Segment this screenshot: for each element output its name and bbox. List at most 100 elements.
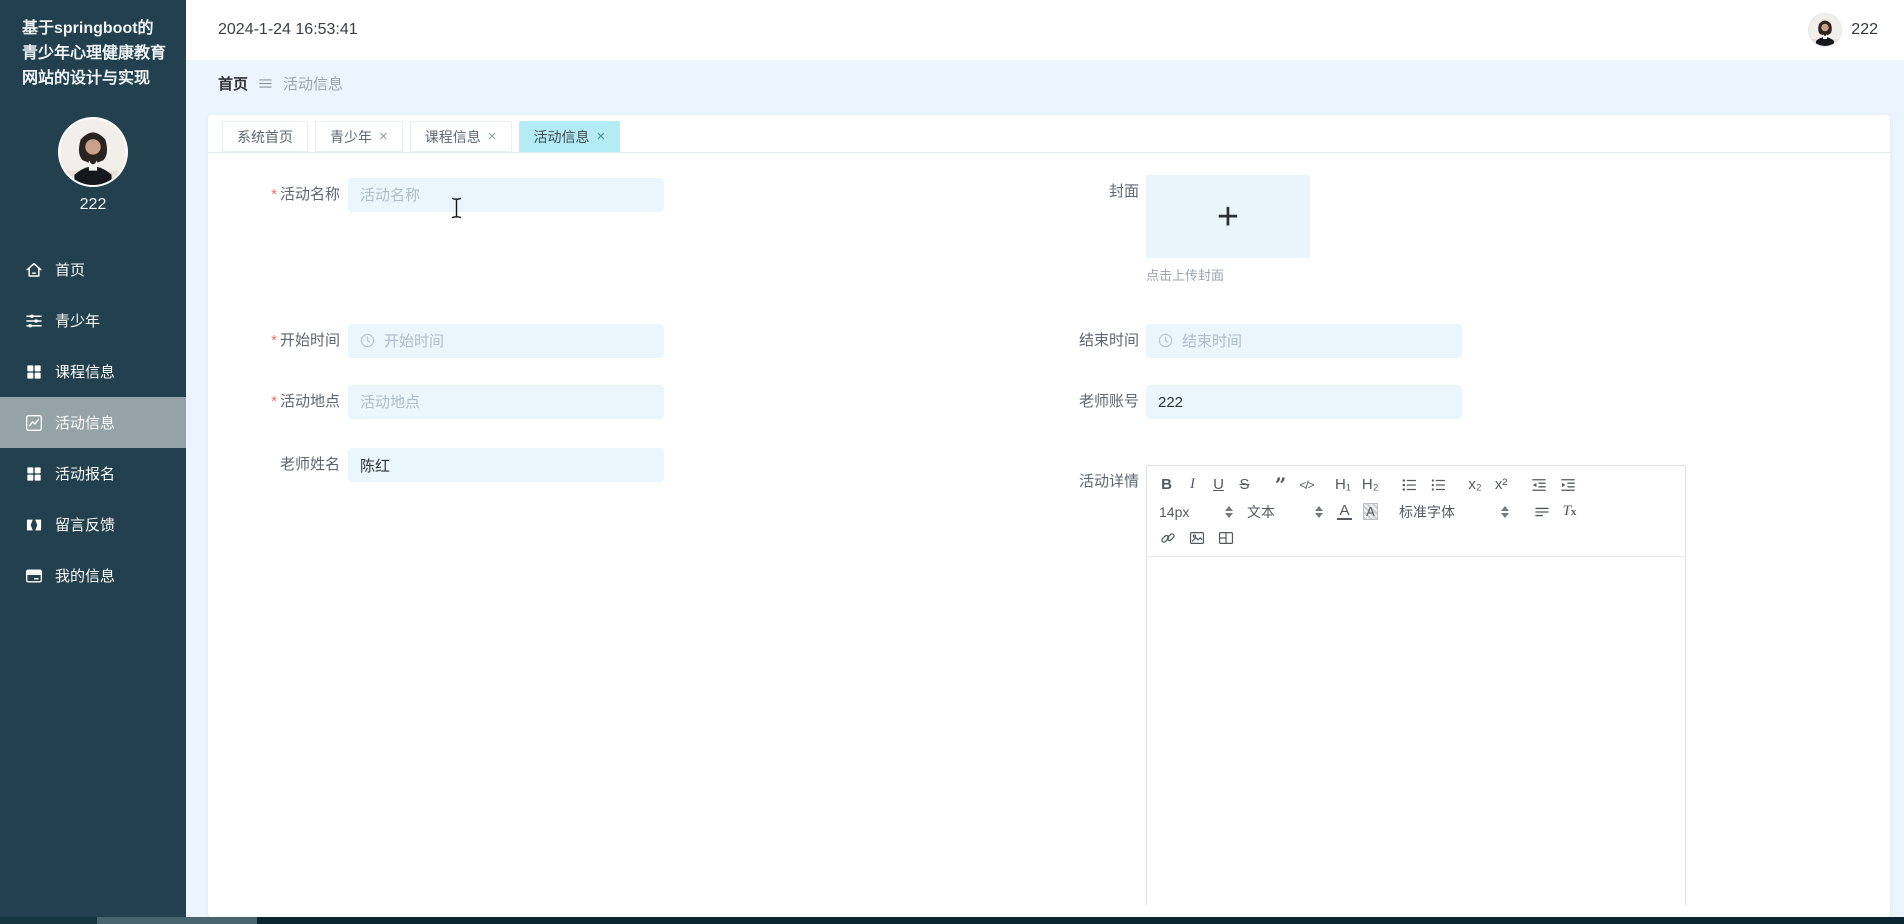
- breadcrumb-current: 活动信息: [283, 76, 344, 93]
- horizontal-scrollbar[interactable]: [0, 917, 1904, 924]
- teacher-name-input[interactable]: [348, 448, 664, 482]
- topbar-username: 222: [1851, 21, 1878, 38]
- sidebar-item-label: 活动信息: [55, 415, 116, 433]
- field-label: 老师姓名: [279, 456, 340, 473]
- activity-location-input[interactable]: [348, 385, 664, 419]
- field-label: 老师账号: [1078, 393, 1139, 410]
- tabbar-divider: [208, 152, 1890, 153]
- sidebar-item-label: 留言反馈: [55, 517, 116, 535]
- superscript-button[interactable]: x²: [1494, 476, 1509, 493]
- feedback-icon: [24, 515, 44, 535]
- paragraph-format-select[interactable]: 文本: [1247, 502, 1323, 522]
- outdent-icon[interactable]: [1530, 475, 1548, 493]
- user-photo-icon: [60, 119, 126, 185]
- blockquote-button[interactable]: ”: [1273, 475, 1288, 495]
- strikethrough-button[interactable]: S: [1237, 476, 1252, 493]
- sidebar-item-label: 课程信息: [55, 364, 116, 382]
- sidebar-item-signup[interactable]: 活动报名: [0, 448, 186, 499]
- link-icon[interactable]: [1159, 529, 1177, 547]
- breadcrumb-home[interactable]: 首页: [218, 73, 248, 94]
- user-menu[interactable]: 222: [1809, 0, 1878, 60]
- indent-icon[interactable]: [1559, 475, 1577, 493]
- code-button[interactable]: </>: [1299, 478, 1314, 492]
- clear-format-button[interactable]: Tx: [1562, 503, 1577, 520]
- subscript-button[interactable]: x₂: [1468, 476, 1483, 493]
- tab-activities[interactable]: 活动信息 ×: [518, 121, 621, 152]
- tab-label: 系统首页: [237, 128, 293, 145]
- sidebar-item-youth[interactable]: 青少年: [0, 295, 186, 346]
- video-icon[interactable]: [1217, 529, 1235, 547]
- tab-bar: 系统首页 青少年 × 课程信息 × 活动信息 ×: [222, 121, 621, 152]
- close-icon[interactable]: ×: [379, 129, 388, 144]
- topbar: 2024-1-24 16:53:41 222: [186, 0, 1904, 60]
- teacher-account-input[interactable]: [1146, 385, 1462, 419]
- field-label: 结束时间: [1078, 332, 1139, 349]
- sidebar-item-label: 活动报名: [55, 466, 116, 484]
- grid-icon: [24, 464, 44, 484]
- field-label: 活动详情: [1078, 473, 1139, 490]
- tab-youth[interactable]: 青少年 ×: [315, 121, 403, 152]
- highlight-color-button[interactable]: A: [1363, 503, 1378, 520]
- user-photo-icon: [1809, 14, 1841, 46]
- scrollbar-thumb[interactable]: [97, 917, 257, 924]
- italic-button[interactable]: I: [1185, 476, 1200, 493]
- app-title: 基于springboot的青少年心理健康教育网站的设计与实现: [22, 20, 167, 87]
- unordered-list-icon[interactable]: [1429, 475, 1447, 493]
- sidebar-item-label: 首页: [55, 262, 86, 280]
- image-icon[interactable]: [1188, 529, 1206, 547]
- toolbar-row-3: [1159, 527, 1673, 549]
- chevron-updown-icon: [1225, 505, 1233, 518]
- sidebar-item-label: 我的信息: [55, 568, 116, 586]
- sidebar-item-feedback[interactable]: 留言反馈: [0, 499, 186, 550]
- bold-button[interactable]: B: [1159, 476, 1174, 493]
- tab-system-home[interactable]: 系统首页: [222, 121, 308, 152]
- menu-lines-icon: [257, 75, 274, 92]
- align-icon[interactable]: [1533, 502, 1551, 520]
- font-size-select[interactable]: 14px: [1159, 504, 1233, 520]
- timestamp: 2024-1-24 16:53:41: [218, 21, 358, 38]
- heading2-button[interactable]: H₂: [1362, 476, 1379, 493]
- font-family-select[interactable]: 标准字体: [1399, 502, 1509, 522]
- cover-upload-hint: 点击上传封面: [1146, 268, 1225, 283]
- text-color-button[interactable]: A: [1337, 503, 1352, 520]
- scrollbar-track-segment: [0, 917, 97, 924]
- start-time-input[interactable]: [348, 324, 664, 358]
- sidebar-item-courses[interactable]: 课程信息: [0, 346, 186, 397]
- main-card: 系统首页 青少年 × 课程信息 × 活动信息 × *活动名称 封面 +: [208, 115, 1890, 917]
- sidebar-username: 222: [79, 196, 107, 214]
- toolbar-row-1: B I U S ” </> H₁ H₂ x₂ x²: [1159, 472, 1673, 497]
- field-label: * 活动名称: [271, 186, 340, 203]
- sidebar: 基于springboot的青少年心理健康教育网站的设计与实现 222 首页 青少…: [0, 0, 186, 917]
- sidebar-item-myinfo[interactable]: 我的信息: [0, 550, 186, 601]
- field-label: 封面: [1108, 183, 1139, 200]
- cover-upload-box[interactable]: +: [1146, 175, 1310, 258]
- sidebar-menu: 首页 青少年 课程信息 活动信息 活动报名 留言反馈 我的信息: [0, 244, 186, 601]
- toolbar-row-2: 14px 文本 A A 标准字体 Tx: [1159, 499, 1673, 524]
- clock-icon: [1157, 332, 1174, 349]
- close-icon[interactable]: ×: [488, 129, 497, 144]
- sidebar-item-label: 青少年: [55, 313, 101, 331]
- end-time-picker: [1146, 324, 1462, 358]
- sliders-icon: [24, 311, 44, 331]
- content-area: 首页 活动信息 系统首页 青少年 × 课程信息 × 活动信息 × * 活动名称 …: [186, 60, 1904, 917]
- avatar[interactable]: [1809, 14, 1842, 46]
- end-time-input[interactable]: [1146, 324, 1462, 358]
- heading1-button[interactable]: H₁: [1335, 476, 1351, 493]
- chart-icon: [24, 413, 44, 433]
- required-star: *: [271, 186, 277, 203]
- underline-button[interactable]: U: [1211, 476, 1226, 493]
- start-time-picker: [348, 324, 664, 358]
- sidebar-item-activities[interactable]: 活动信息: [0, 397, 186, 449]
- close-icon[interactable]: ×: [597, 129, 606, 144]
- tab-courses[interactable]: 课程信息 ×: [409, 121, 512, 152]
- breadcrumb: 首页 活动信息: [218, 73, 343, 94]
- field-label: * 活动地点: [271, 393, 340, 410]
- plus-icon: +: [1216, 195, 1240, 238]
- editor-content[interactable]: [1147, 557, 1685, 913]
- tab-label: 活动信息: [533, 128, 590, 145]
- ordered-list-icon[interactable]: [1400, 475, 1418, 493]
- sidebar-item-home[interactable]: 首页: [0, 244, 186, 295]
- avatar: [58, 117, 128, 188]
- activity-name-input[interactable]: [348, 178, 664, 212]
- clock-icon: [359, 332, 376, 349]
